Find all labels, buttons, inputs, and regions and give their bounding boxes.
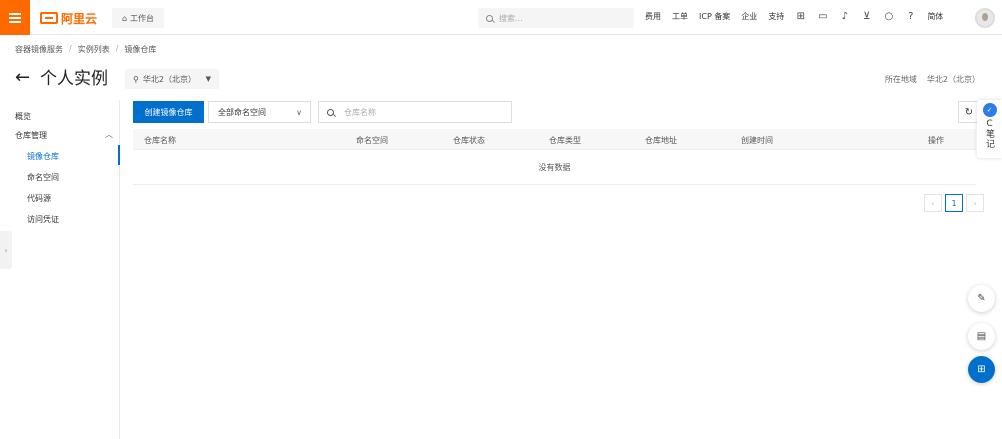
sidebar-item-code-source[interactable]: 代码源 — [27, 193, 51, 204]
column-header: 仓库类型 — [549, 136, 581, 145]
region-value: 华北2（北京） — [926, 75, 980, 84]
namespace-select-value: 全部命名空间 — [218, 107, 266, 117]
repo-search-placeholder: 仓库名称 — [344, 107, 376, 117]
nav-link-icp[interactable]: ICP 备案 — [699, 11, 730, 22]
region-select-value: 华北2（北京） — [142, 74, 196, 84]
chevron-up-icon[interactable]: ︿ — [105, 129, 113, 140]
page-title: 个人实例 — [40, 69, 108, 89]
notes-label: 笔记 — [984, 129, 994, 149]
search-icon — [486, 14, 493, 22]
notes-badge-icon: ✓ — [982, 103, 997, 117]
location-pin-icon: ⚲ — [133, 74, 139, 84]
notes-letter: C — [986, 119, 993, 129]
workbench-button[interactable]: ⌂ 工作台 — [112, 8, 164, 28]
message-icon: ▤ — [976, 331, 987, 342]
hamburger-icon — [9, 16, 21, 19]
lightbulb-icon[interactable]: ○ — [883, 11, 894, 22]
grid-icon: ⊞ — [977, 364, 986, 375]
chevron-right-icon: › — [4, 245, 8, 255]
prev-page-button[interactable]: ‹ — [924, 194, 942, 212]
logo-text: 阿里云 — [61, 11, 98, 26]
global-search-input[interactable]: 搜索... — [478, 8, 634, 28]
nav-link-enterprise[interactable]: 企业 — [741, 11, 757, 22]
table-header: 仓库名称 命名空间 仓库状态 仓库类型 仓库地址 创建时间 操作 — [133, 129, 976, 150]
next-page-button[interactable]: › — [966, 194, 984, 212]
empty-state: 没有数据 — [133, 150, 976, 185]
search-placeholder: 搜索... — [499, 13, 523, 23]
logo[interactable]: 阿里云 — [40, 10, 97, 26]
refresh-icon: ↻ — [964, 106, 974, 118]
column-header: 仓库地址 — [645, 136, 677, 145]
repository-table: 仓库名称 命名空间 仓库状态 仓库类型 仓库地址 创建时间 操作 没有数据 — [133, 129, 976, 185]
edit-button[interactable]: ✎ — [968, 285, 995, 312]
sidebar-group-repo-management[interactable]: 仓库管理 — [15, 130, 47, 141]
terminal-icon[interactable]: ▭ — [817, 11, 828, 22]
breadcrumb-separator: / — [69, 44, 72, 53]
nav-link-cost[interactable]: 费用 — [645, 11, 661, 22]
language-switch[interactable]: 简体 — [927, 11, 943, 22]
nav-link-support[interactable]: 支持 — [768, 11, 784, 22]
create-repository-button[interactable]: 创建镜像仓库 — [133, 101, 204, 123]
column-header: 仓库名称 — [144, 136, 176, 145]
active-indicator — [118, 145, 120, 165]
column-header: 创建时间 — [741, 136, 773, 145]
breadcrumb-separator: / — [115, 44, 119, 53]
chevron-down-icon: ▼ — [205, 75, 211, 83]
aliyun-logo-icon — [40, 12, 58, 24]
sidebar-item-overview[interactable]: 概览 — [15, 111, 31, 122]
breadcrumb-current: 镜像仓库 — [124, 45, 157, 54]
column-header: 操作 — [928, 136, 944, 145]
sidebar-item-namespaces[interactable]: 命名空间 — [27, 172, 59, 183]
region-label: 所在地域 — [884, 75, 917, 84]
page-number[interactable]: 1 — [945, 194, 963, 212]
repo-name-search-input[interactable]: 仓库名称 — [318, 101, 512, 123]
workbench-label: 工作台 — [130, 13, 155, 23]
sidebar-item-repositories[interactable]: 镜像仓库 — [27, 151, 59, 162]
sidebar-expand-tab[interactable]: › — [0, 231, 12, 269]
breadcrumb-item[interactable]: 容器镜像服务 — [15, 44, 63, 55]
nav-link-ticket[interactable]: 工单 — [672, 11, 688, 22]
sidebar: 概览 仓库管理 ︿ 镜像仓库 命名空间 代码源 访问凭证 — [0, 100, 120, 439]
top-nav-links: 费用 工单 ICP 备案 企业 支持 ⊞ ▭ ♪ ⊻ ○ ? 简体 — [645, 11, 943, 22]
top-navbar: 阿里云 ⌂ 工作台 搜索... 费用 工单 ICP 备案 企业 支持 ⊞ ▭ ♪… — [0, 0, 1002, 35]
chevron-right-icon: › — [973, 198, 977, 208]
pencil-icon: ✎ — [977, 293, 986, 304]
chevron-down-icon: ∨ — [296, 107, 302, 117]
column-header: 仓库状态 — [453, 136, 485, 145]
pagination: ‹ 1 › — [924, 194, 984, 212]
region-select[interactable]: ⚲ 华北2（北京） ▼ — [125, 69, 219, 89]
search-icon — [327, 108, 334, 116]
region-info: 所在地域 华北2（北京） — [885, 74, 980, 85]
breadcrumb-item[interactable]: 实例列表 — [78, 44, 110, 55]
apps-button[interactable]: ⊞ — [968, 356, 995, 383]
cart-icon[interactable]: ⊻ — [861, 11, 872, 22]
breadcrumb: 容器镜像服务 / 实例列表 / 镜像仓库 — [15, 44, 156, 55]
avatar[interactable] — [975, 8, 995, 28]
home-icon: ⌂ — [121, 13, 128, 23]
column-header: 命名空间 — [356, 136, 388, 145]
chevron-left-icon: ‹ — [931, 198, 935, 208]
sidebar-item-access-credentials[interactable]: 访问凭证 — [27, 214, 59, 225]
bell-icon[interactable]: ♪ — [839, 11, 850, 22]
back-arrow-icon[interactable]: ← — [15, 68, 30, 88]
help-icon[interactable]: ? — [905, 11, 916, 22]
menu-button[interactable] — [0, 0, 30, 35]
namespace-select[interactable]: 全部命名空间 ∨ — [208, 101, 311, 123]
app-icon[interactable]: ⊞ — [795, 11, 806, 22]
feedback-button[interactable]: ▤ — [968, 323, 995, 350]
notes-panel[interactable]: ✓ C 笔记 — [977, 100, 1002, 158]
